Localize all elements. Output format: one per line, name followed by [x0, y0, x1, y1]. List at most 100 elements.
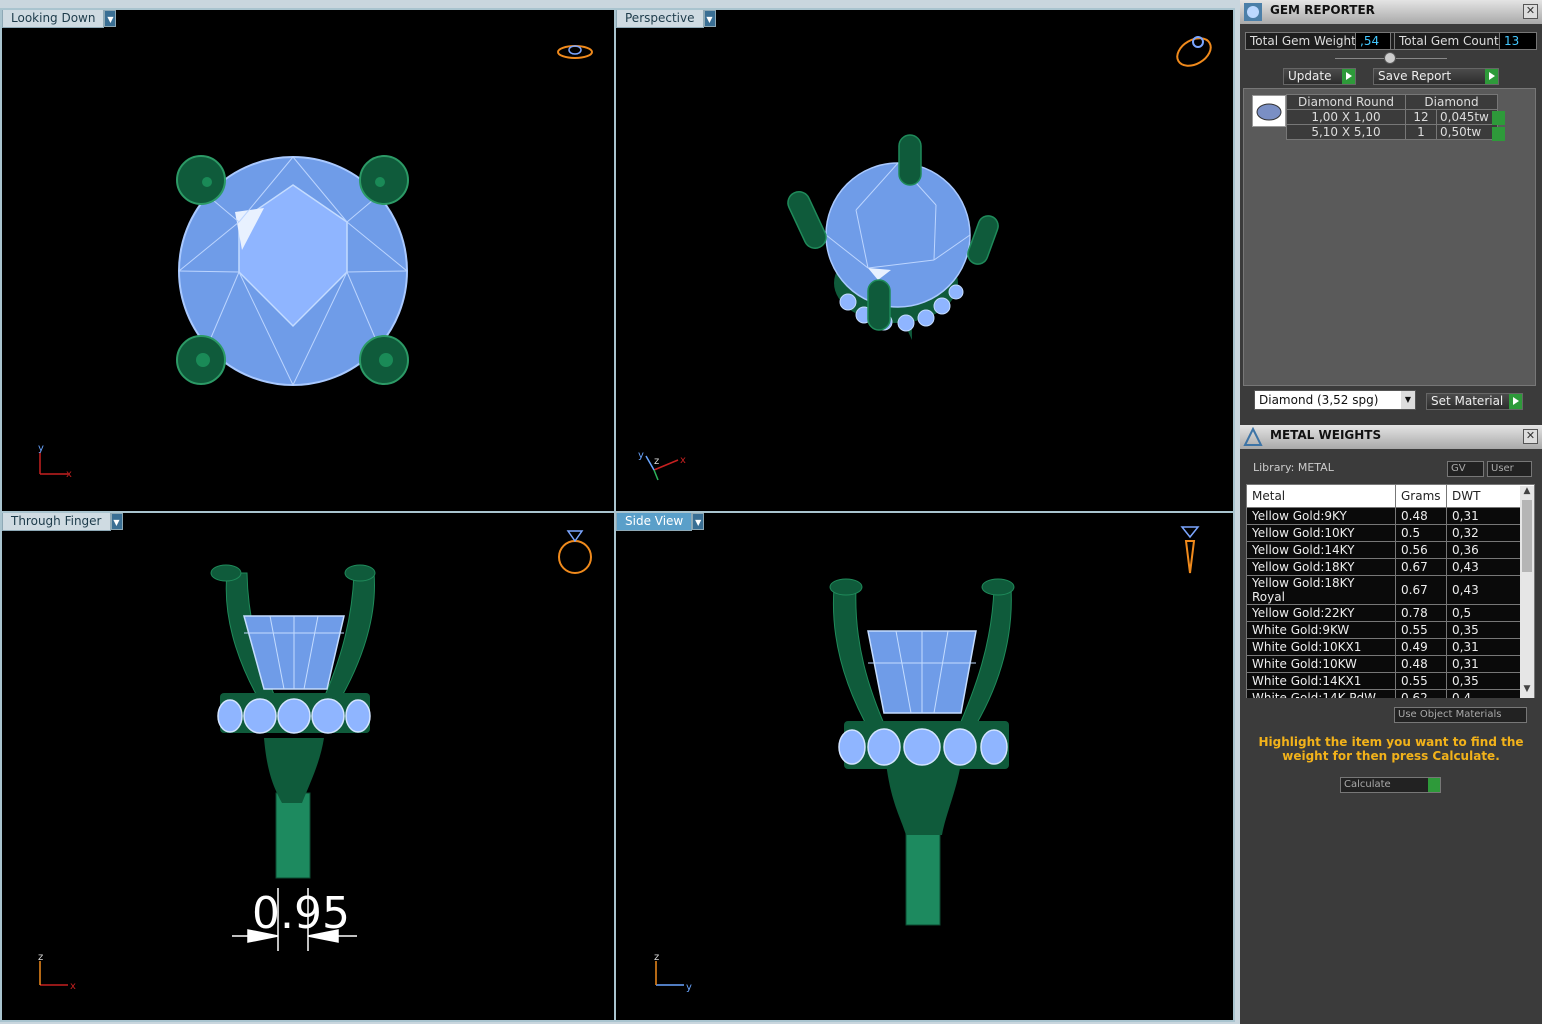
- table-row[interactable]: Yellow Gold:9KY 0.48 0,31: [1246, 507, 1535, 525]
- use-object-materials-toggle[interactable]: Use Object Materials: [1394, 707, 1527, 723]
- table-row[interactable]: White Gold:10KX1 0.49 0,31: [1246, 638, 1535, 656]
- set-material-label: Set Material: [1431, 394, 1504, 408]
- table-row[interactable]: Yellow Gold:18KY Royal 0.67 0,43: [1246, 575, 1535, 605]
- metal-name: White Gold:14KX1: [1246, 672, 1396, 690]
- metal-name: Yellow Gold:18KY Royal: [1246, 575, 1396, 605]
- metal-name: White Gold:10KW: [1246, 655, 1396, 673]
- material-select-value: Diamond (3,52 spg): [1259, 393, 1379, 407]
- chevron-down-icon[interactable]: ▼: [1401, 391, 1415, 409]
- viewport-label-side-view[interactable]: Side View: [616, 513, 693, 531]
- metal-grams: 0.48: [1395, 507, 1447, 525]
- axis-indicator: [39, 452, 68, 475]
- play-icon: [1509, 394, 1522, 409]
- scroll-down-icon[interactable]: ▼: [1520, 684, 1534, 698]
- axis-x-label: x: [66, 469, 72, 480]
- library-label: Library: METAL: [1253, 461, 1334, 474]
- metal-grams: 0.78: [1395, 604, 1447, 622]
- play-icon: [1485, 69, 1498, 84]
- set-material-button[interactable]: Set Material: [1426, 393, 1523, 410]
- viewport-side-view[interactable]: z y Side View ▼: [614, 511, 1235, 1022]
- total-gem-count-value: 13: [1499, 32, 1537, 50]
- row-action-button[interactable]: [1492, 111, 1505, 125]
- metal-grams: 0.56: [1395, 541, 1447, 559]
- table-row[interactable]: Yellow Gold:14KY 0.56 0,36: [1246, 541, 1535, 559]
- viewport-label-perspective[interactable]: Perspective: [616, 10, 704, 28]
- metal-grams: 0.49: [1395, 638, 1447, 656]
- metal-name: Yellow Gold:10KY: [1246, 524, 1396, 542]
- viewport-label-looking-down[interactable]: Looking Down: [2, 10, 105, 28]
- scroll-up-icon[interactable]: ▲: [1520, 486, 1534, 500]
- total-gem-count-label: Total Gem Count: [1394, 32, 1500, 50]
- grams-header[interactable]: Grams: [1395, 484, 1447, 508]
- metal-grams: 0.62: [1395, 689, 1447, 698]
- dimension-value: 0.95: [252, 888, 350, 939]
- table-row[interactable]: Yellow Gold:10KY 0.5 0,32: [1246, 524, 1535, 542]
- save-report-button[interactable]: Save Report: [1373, 68, 1499, 85]
- metal-table: Metal Grams DWT Yellow Gold:9KY 0.48 0,31 …: [1246, 484, 1535, 698]
- metal-table-container[interactable]: Metal Grams DWT Yellow Gold:9KY 0.48 0,31 …: [1246, 484, 1535, 698]
- table-row[interactable]: 1,00 X 1,00 12 0,045tw: [1286, 109, 1498, 125]
- row-action-button[interactable]: [1492, 127, 1505, 141]
- material-select[interactable]: Diamond (3,52 spg) ▼: [1254, 390, 1416, 410]
- chevron-down-icon[interactable]: ▼: [692, 513, 705, 530]
- chevron-down-icon[interactable]: ▼: [703, 10, 716, 27]
- metal-name: Yellow Gold:18KY: [1246, 558, 1396, 576]
- table-row[interactable]: White Gold:14KX1 0.55 0,35: [1246, 672, 1535, 690]
- metal-grams: 0.5: [1395, 524, 1447, 542]
- close-icon[interactable]: ✕: [1523, 429, 1538, 444]
- gem-table-header: Diamond: [1405, 94, 1498, 110]
- table-row[interactable]: White Gold:14K PdW 0.62 0,4: [1246, 689, 1535, 698]
- axis-indicator: [645, 455, 679, 481]
- viewport-through-finger[interactable]: 0.95 z x Through Finger ▼: [0, 511, 616, 1022]
- perspective-ring-icon: [1176, 36, 1212, 67]
- gem-count: 1: [1405, 124, 1437, 140]
- scale-icon: [1243, 427, 1263, 446]
- metal-header[interactable]: Metal: [1246, 484, 1396, 508]
- metal-name: Yellow Gold:14KY: [1246, 541, 1396, 559]
- chevron-down-icon[interactable]: ▼: [104, 10, 117, 27]
- side-view-render: z y: [654, 526, 1200, 993]
- ring-front-icon: [558, 530, 592, 574]
- gv-toggle[interactable]: GV: [1447, 461, 1484, 477]
- update-label: Update: [1288, 69, 1332, 83]
- table-row[interactable]: White Gold:9KW 0.55 0,35: [1246, 621, 1535, 639]
- metal-grams: 0.55: [1395, 672, 1447, 690]
- play-icon: [1428, 778, 1440, 792]
- metal-grams: 0.67: [1395, 558, 1447, 576]
- axis-z-label: z: [38, 952, 43, 963]
- chevron-down-icon[interactable]: ▼: [110, 513, 123, 530]
- use-object-materials-label: Use Object Materials: [1398, 709, 1502, 720]
- metal-weights-titlebar: METAL WEIGHTS ✕: [1240, 425, 1542, 449]
- through-finger-render: 0.95 z x: [38, 530, 592, 992]
- update-button[interactable]: Update: [1283, 68, 1356, 85]
- axis-indicator: [655, 961, 684, 986]
- table-row[interactable]: Yellow Gold:18KY 0.67 0,43: [1246, 558, 1535, 576]
- viewport-looking-down[interactable]: x y Looking Down ▼: [0, 8, 616, 513]
- close-icon[interactable]: ✕: [1523, 4, 1538, 19]
- viewport-label-through-finger[interactable]: Through Finger: [2, 513, 111, 531]
- gem-size: 1,00 X 1,00: [1286, 109, 1406, 125]
- diamond-icon: [1256, 103, 1282, 121]
- panel-title: GEM REPORTER: [1270, 3, 1375, 17]
- gem-size: 5,10 X 5,10: [1286, 124, 1406, 140]
- table-row[interactable]: Yellow Gold:22KY 0.78 0,5: [1246, 604, 1535, 622]
- user-label: User: [1491, 463, 1514, 474]
- viewport-perspective[interactable]: y z x Perspective ▼: [614, 8, 1235, 513]
- axis-y-label: y: [638, 450, 644, 461]
- metal-table-scrollbar[interactable]: ▲ ▼: [1520, 486, 1534, 698]
- table-row[interactable]: White Gold:10KW 0.48 0,31: [1246, 655, 1535, 673]
- calculate-button[interactable]: Calculate: [1340, 777, 1441, 793]
- axis-x-label: x: [70, 981, 76, 992]
- axis-x-label: x: [680, 455, 686, 466]
- axis-y-label: y: [38, 443, 44, 454]
- scroll-thumb[interactable]: [1522, 500, 1532, 572]
- diamond-thumbnail: [1252, 95, 1286, 127]
- slider-handle[interactable]: [1384, 52, 1396, 64]
- table-row[interactable]: 5,10 X 5,10 1 0,50tw: [1286, 124, 1498, 140]
- metal-name: Yellow Gold:9KY: [1246, 507, 1396, 525]
- axis-z-label: z: [654, 952, 659, 963]
- total-gem-weight-value: ,54: [1355, 32, 1391, 50]
- user-toggle[interactable]: User: [1487, 461, 1532, 477]
- gv-label: GV: [1451, 463, 1466, 474]
- looking-down-render: x y: [38, 45, 593, 480]
